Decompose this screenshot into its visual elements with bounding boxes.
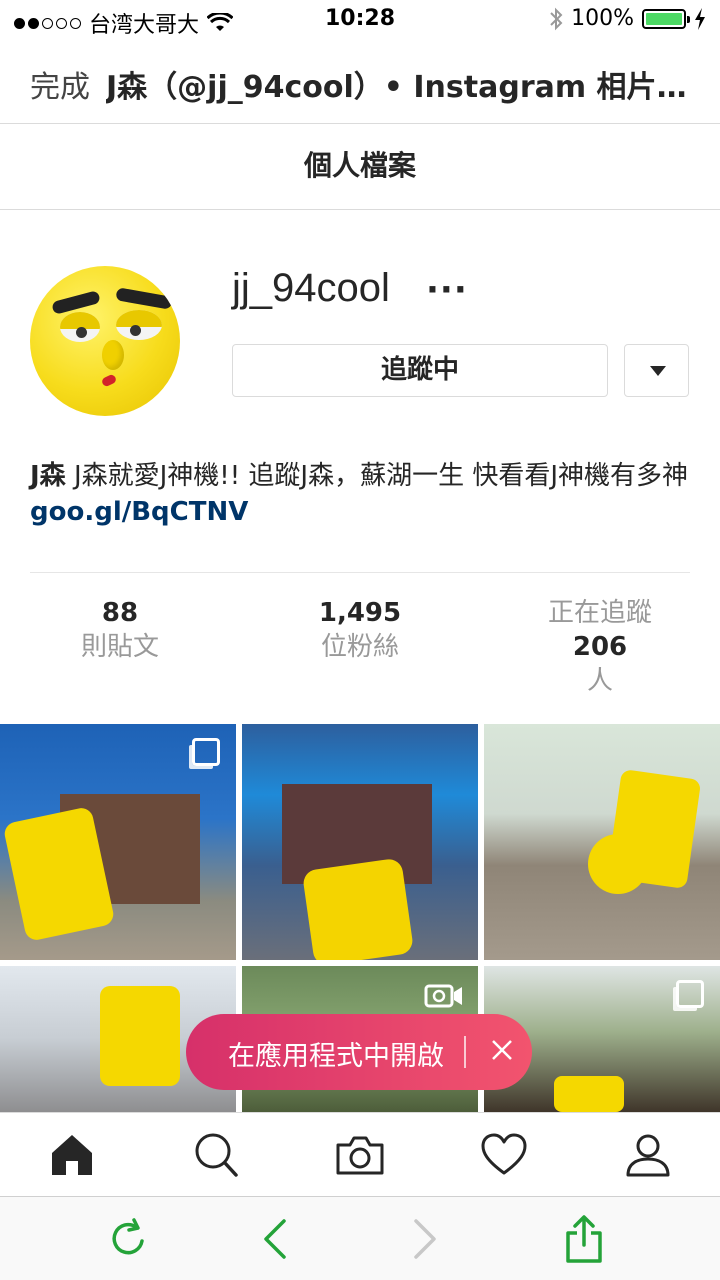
post-thumbnail[interactable] — [484, 724, 720, 960]
battery-percent: 100% — [571, 6, 634, 31]
multiple-photos-icon — [192, 738, 220, 766]
browser-toolbar — [0, 1196, 720, 1280]
video-icon — [424, 984, 462, 1008]
stat-posts-label: 則貼文 — [80, 632, 159, 662]
profile-icon[interactable] — [622, 1129, 674, 1181]
bio-link[interactable]: goo.gl/BqCTNV — [30, 497, 248, 527]
share-icon[interactable] — [560, 1215, 608, 1263]
camera-icon[interactable] — [334, 1129, 386, 1181]
back-icon[interactable] — [252, 1215, 300, 1263]
done-button[interactable]: 完成 — [30, 62, 90, 106]
open-in-app-banner[interactable]: 在應用程式中開啟 — [186, 1014, 532, 1090]
chevron-down-icon — [650, 366, 666, 376]
bottom-navigation — [0, 1112, 720, 1196]
profile-username: jj_94cool — [232, 266, 390, 310]
more-options-icon[interactable]: ··· — [426, 270, 468, 310]
page-title: J森（@jj_94cool）• Instagram 相片與... — [106, 70, 706, 105]
profile-bio: J森 J森就愛J神機!! 追蹤J森，蘇湖一生 快看看J神機有多神 goo.gl/… — [30, 458, 690, 530]
post-thumbnail[interactable] — [0, 724, 236, 960]
multiple-photos-icon — [676, 980, 704, 1008]
stat-following[interactable]: 正在追蹤 206 人 — [480, 596, 720, 698]
status-right: 100% — [549, 6, 706, 31]
bio-text: J森就愛J神機!! 追蹤J森，蘇湖一生 快看看J神機有多神 — [65, 461, 688, 491]
avatar[interactable] — [30, 266, 180, 416]
status-bar: 台湾大哥大 10:28 100% — [0, 0, 720, 40]
browser-title-bar: 完成 J森（@jj_94cool）• Instagram 相片與... — [0, 40, 720, 124]
charging-icon — [695, 7, 705, 30]
open-in-app-label: 在應用程式中開啟 — [228, 1041, 444, 1072]
stat-following-label: 人 — [586, 666, 613, 696]
stat-following-count: 206 — [572, 632, 628, 662]
close-icon[interactable] — [482, 1030, 522, 1070]
divider — [30, 572, 690, 573]
suggestions-dropdown-button[interactable] — [624, 344, 689, 397]
home-icon[interactable] — [46, 1129, 98, 1181]
stat-followers-count: 1,495 — [318, 598, 402, 628]
following-button[interactable]: 追蹤中 — [232, 344, 608, 397]
stat-following-prefix: 正在追蹤 — [547, 598, 652, 628]
forward-icon[interactable] — [400, 1215, 448, 1263]
profile-header: 個人檔案 — [0, 124, 720, 210]
battery-icon — [642, 8, 690, 29]
stat-followers[interactable]: 1,495 位粉絲 — [240, 596, 480, 664]
bluetooth-icon — [550, 7, 563, 30]
stat-posts[interactable]: 88 則貼文 — [0, 596, 240, 664]
reload-icon[interactable] — [104, 1215, 152, 1263]
bio-name: J森 — [30, 461, 66, 491]
stat-followers-label: 位粉絲 — [320, 632, 399, 662]
stat-posts-count: 88 — [101, 598, 139, 628]
post-thumbnail[interactable] — [242, 724, 478, 960]
header-title: 個人檔案 — [303, 149, 416, 182]
divider — [464, 1036, 466, 1068]
search-icon[interactable] — [190, 1129, 242, 1181]
heart-icon[interactable] — [478, 1129, 530, 1181]
